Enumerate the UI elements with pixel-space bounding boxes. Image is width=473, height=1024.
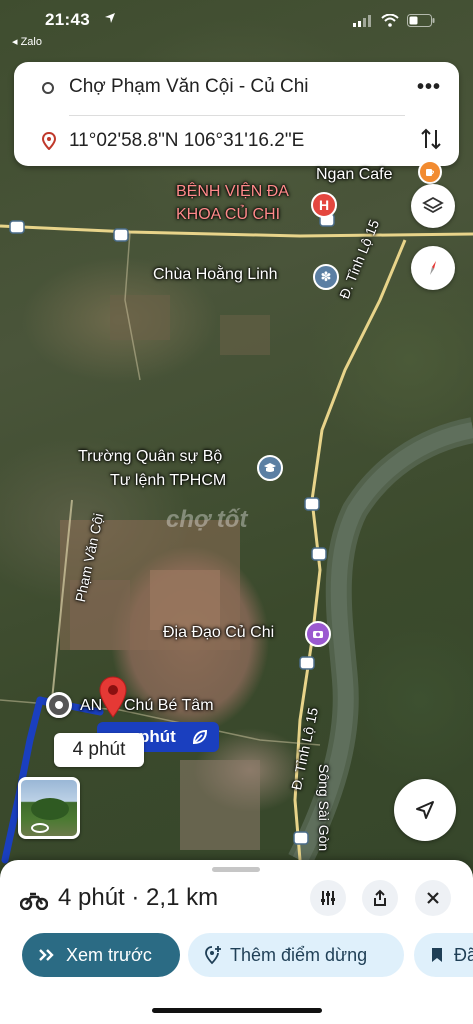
battery-icon [407, 14, 435, 27]
share-button[interactable] [362, 880, 398, 916]
destination-pin-icon [41, 131, 57, 155]
saved-button[interactable]: Đã [414, 933, 473, 977]
sheet-grabber[interactable] [212, 867, 260, 872]
compass-button[interactable] [411, 246, 455, 290]
close-icon [427, 892, 439, 904]
swap-vertical-icon[interactable] [419, 126, 443, 157]
rotate-360-icon [31, 823, 49, 833]
route-options-button[interactable] [310, 880, 346, 916]
origin-field[interactable]: Chợ Phạm Văn Cội - Củ Chi [69, 76, 309, 98]
add-stop-button[interactable]: Thêm điểm dừng [188, 933, 404, 977]
navigation-arrow-icon [416, 801, 434, 819]
origin-marker-icon[interactable] [46, 692, 72, 718]
watermark: chợ tốt [166, 506, 248, 533]
destination-marker-icon[interactable] [98, 676, 128, 723]
attraction-icon[interactable] [305, 621, 331, 647]
preview-button-label: Xem trước [66, 944, 152, 965]
more-options-icon[interactable]: ••• [417, 76, 441, 99]
add-location-icon [205, 946, 221, 965]
directions-card: Chợ Phạm Văn Cội - Củ Chi ••• 11°02'58.8… [14, 62, 459, 166]
home-indicator[interactable] [152, 1008, 322, 1013]
map-label-tunnels[interactable]: Địa Đạo Củ Chi [163, 624, 274, 642]
motorbike-icon [19, 890, 49, 915]
layers-icon [422, 196, 444, 214]
location-arrow-icon [104, 11, 116, 29]
status-icons [353, 14, 435, 27]
cafe-icon[interactable] [418, 160, 442, 184]
route-bottom-sheet: 4 phút · 2,1 km Xem trước Thêm điểm dừng [0, 860, 473, 1024]
map-label-river: Sông Sài Gòn [316, 764, 332, 852]
share-icon [374, 889, 386, 906]
compass-icon [430, 261, 436, 275]
map-label-school-line1[interactable]: Trường Quân sự Bộ [78, 448, 222, 466]
route-time-bubble[interactable]: 4 phút [54, 733, 144, 767]
map-label-school-line2[interactable]: Tư lệnh TPHCM [110, 472, 226, 490]
map-label-hospital-line1[interactable]: BỆNH VIỆN ĐA [176, 183, 289, 201]
origin-circle-icon [42, 82, 54, 94]
pagoda-icon[interactable]: ✽ [313, 264, 339, 290]
hospital-icon[interactable]: H [311, 192, 337, 218]
saved-button-label: Đã [454, 944, 473, 965]
signal-icon [353, 14, 371, 27]
school-icon[interactable] [257, 455, 283, 481]
close-button[interactable] [415, 880, 451, 916]
map-label-cafe[interactable]: Ngan Cafe [316, 166, 393, 184]
layers-button[interactable] [411, 184, 455, 228]
field-divider [69, 115, 405, 116]
wifi-icon [381, 14, 399, 27]
destination-field[interactable]: 11°02'58.8"N 106°31'16.2"E [69, 130, 304, 152]
map-label-hospital-line2[interactable]: KHOA CỦ CHI [176, 206, 280, 224]
recenter-button[interactable] [394, 779, 456, 841]
street-view-thumbnail[interactable] [18, 777, 80, 839]
double-chevron-icon [39, 949, 54, 961]
leaf-icon [192, 729, 208, 745]
map-label-pagoda[interactable]: Chùa Hoằng Linh [153, 266, 278, 284]
status-time: 21:43 [45, 10, 90, 29]
preview-button[interactable]: Xem trước [22, 933, 180, 977]
add-stop-button-label: Thêm điểm dừng [230, 944, 368, 965]
route-summary: 4 phút · 2,1 km [58, 884, 219, 911]
bookmark-icon [432, 948, 442, 962]
back-to-app-link[interactable]: ◂ Zalo [12, 35, 42, 48]
route-chip-label: phút [139, 727, 176, 746]
map-label-shop2[interactable]: Chú Bé Tâm [124, 697, 214, 715]
tune-icon [321, 891, 335, 905]
